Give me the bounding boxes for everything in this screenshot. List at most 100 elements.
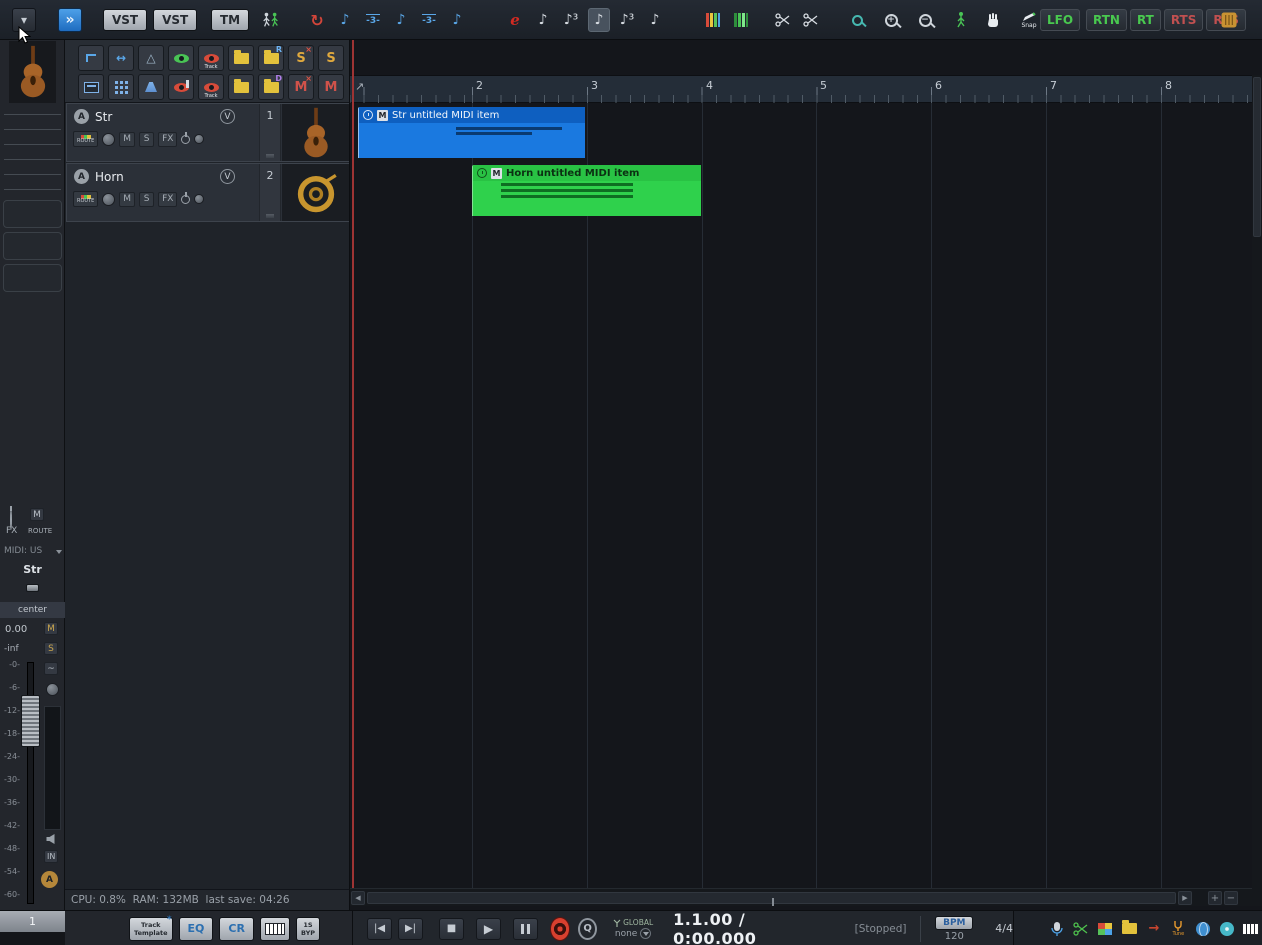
vst-button-2[interactable]: VST bbox=[153, 9, 198, 31]
route-button[interactable]: ROUTE bbox=[73, 131, 99, 147]
cd-icon[interactable] bbox=[1216, 918, 1237, 940]
track-name[interactable]: Horn bbox=[95, 170, 124, 184]
fx-bypass-icon[interactable] bbox=[181, 194, 191, 204]
palette-icon[interactable] bbox=[1095, 918, 1116, 940]
track-row-horn[interactable]: A Horn V ROUTE M S FX 2 bbox=[66, 163, 349, 222]
grid-settings-icon[interactable] bbox=[108, 74, 134, 100]
mute-button[interactable]: M bbox=[119, 131, 136, 147]
pause-button[interactable] bbox=[513, 917, 538, 940]
track-number[interactable]: 1 bbox=[259, 104, 281, 161]
scroll-right-arrow[interactable]: ▶ bbox=[1178, 891, 1192, 905]
media-folder-open-icon[interactable] bbox=[228, 74, 254, 100]
virtual-keyboard-icon[interactable] bbox=[1241, 918, 1262, 940]
instrument-library-icon[interactable] bbox=[1218, 8, 1240, 32]
strip-mute-button[interactable]: M bbox=[44, 622, 58, 635]
envelope-icon[interactable]: e bbox=[504, 8, 526, 32]
rtn-button[interactable]: RTN bbox=[1086, 9, 1127, 31]
pan-knob[interactable] bbox=[102, 132, 116, 146]
horizontal-scrollbar[interactable]: ◀ ▶ + − bbox=[350, 888, 1252, 906]
hand-tool-icon[interactable] bbox=[982, 8, 1004, 32]
scrollbar-thumb[interactable] bbox=[1253, 77, 1261, 237]
media-folder-icon[interactable] bbox=[228, 45, 254, 71]
zoom-out-icon[interactable]: − bbox=[914, 8, 936, 32]
performers-icon[interactable] bbox=[260, 8, 282, 32]
eq-button[interactable]: EQ bbox=[178, 916, 214, 941]
mixer-visibility-icon[interactable] bbox=[168, 74, 194, 100]
fx-bypass-icon[interactable] bbox=[181, 134, 191, 144]
grid-note-icon[interactable]: ♪ bbox=[334, 8, 356, 32]
grid-note-icon[interactable]: ♪ bbox=[446, 8, 468, 32]
mixer-strip-play-icon[interactable] bbox=[730, 8, 752, 32]
stop-button[interactable]: ■ bbox=[439, 917, 464, 940]
vca-chip[interactable]: V bbox=[220, 109, 235, 124]
media-folder-record-icon[interactable]: R bbox=[258, 45, 284, 71]
media-folder-icon[interactable] bbox=[1119, 918, 1140, 940]
time-signature[interactable]: 4/4 bbox=[995, 922, 1013, 935]
midi-item-horn[interactable]: M Horn untitled MIDI item bbox=[472, 165, 701, 216]
pan-slider-cap[interactable] bbox=[26, 584, 39, 592]
scroll-left-arrow[interactable]: ◀ bbox=[351, 891, 365, 905]
play-button[interactable]: ▶ bbox=[476, 917, 501, 940]
time-position-display[interactable]: 1.1.00 / 0:00.000 bbox=[673, 910, 806, 945]
piano-roll-button[interactable] bbox=[259, 916, 290, 941]
midi-item-str[interactable]: M Str untitled MIDI item bbox=[358, 107, 585, 158]
measure-tool-icon[interactable]: △ bbox=[138, 45, 164, 71]
zoom-in-icon[interactable]: + bbox=[880, 8, 902, 32]
insert-marker-icon[interactable] bbox=[78, 45, 104, 71]
bypass-bank-button[interactable]: 1S BYP bbox=[295, 916, 321, 941]
track-name[interactable]: Str bbox=[95, 110, 112, 124]
show-all-tracks-icon[interactable] bbox=[168, 45, 194, 71]
hide-track-icon[interactable]: Track bbox=[198, 45, 224, 71]
arm-chip[interactable]: A bbox=[74, 169, 89, 184]
chevron-down-icon[interactable] bbox=[56, 550, 62, 554]
record-button[interactable] bbox=[550, 916, 571, 941]
fx-button[interactable]: FX bbox=[158, 191, 178, 207]
global-automation-selector[interactable]: GLOBAL none bbox=[613, 918, 653, 939]
unmute-all-icon[interactable]: M × bbox=[288, 74, 314, 100]
loop-toggle-icon[interactable]: ↻ bbox=[306, 8, 328, 32]
globe-icon[interactable] bbox=[1192, 918, 1213, 940]
hzoom-out-button[interactable]: − bbox=[1224, 891, 1238, 905]
volume-fader-thumb[interactable] bbox=[21, 695, 40, 747]
speaker-icon[interactable] bbox=[46, 833, 57, 845]
volume-knob[interactable] bbox=[194, 134, 205, 144]
media-folder-device-icon[interactable]: D bbox=[258, 74, 284, 100]
go-to-end-button[interactable]: ▶| bbox=[398, 917, 423, 940]
grid-triplet-icon[interactable]: -3- bbox=[362, 8, 384, 32]
tempo-control[interactable]: BPM 120 bbox=[935, 915, 974, 942]
trim-button[interactable]: ~ bbox=[44, 662, 58, 675]
track-row-str[interactable]: A Str V ROUTE M S FX 1 bbox=[66, 103, 349, 162]
timeline-ruler[interactable]: ↗ 2 3 4 5 6 7 8 bbox=[350, 75, 1262, 103]
chevron-down-icon[interactable] bbox=[640, 928, 652, 939]
master-fx-label[interactable]: FX bbox=[6, 526, 17, 536]
mixer-strip-icon[interactable] bbox=[702, 8, 724, 32]
solo-button[interactable]: S bbox=[139, 191, 155, 207]
render-queue-button[interactable]: » bbox=[58, 8, 82, 32]
rt-button[interactable]: RT bbox=[1129, 9, 1161, 31]
routing-matrix-icon[interactable] bbox=[138, 74, 164, 100]
track-visibility-icon[interactable]: Track bbox=[198, 74, 224, 100]
route-button[interactable]: ROUTE bbox=[73, 191, 99, 207]
export-arrow-icon[interactable]: → bbox=[1143, 918, 1164, 940]
master-mute-chip[interactable]: M bbox=[30, 508, 44, 521]
note-length-triplet-icon[interactable]: ♪³ bbox=[560, 8, 582, 32]
note-length-icon[interactable]: ♪ bbox=[532, 8, 554, 32]
docker-slot[interactable] bbox=[3, 232, 62, 260]
vst-button-1[interactable]: VST bbox=[103, 9, 148, 31]
hzoom-in-button[interactable]: + bbox=[1208, 891, 1222, 905]
unsolo-all-icon[interactable]: S × bbox=[288, 45, 314, 71]
scrollbar-thumb[interactable] bbox=[367, 892, 1176, 906]
walk-mode-icon[interactable] bbox=[950, 8, 972, 32]
mute-exclusive-icon[interactable]: M bbox=[318, 74, 344, 100]
mute-button[interactable]: M bbox=[119, 191, 136, 207]
track-number[interactable]: 2 bbox=[259, 164, 281, 221]
automation-chip[interactable]: A bbox=[41, 871, 58, 888]
docker-slot[interactable] bbox=[3, 264, 62, 292]
scissors-icon[interactable] bbox=[1070, 918, 1091, 940]
tuner-icon[interactable]: Tune bbox=[1168, 918, 1189, 940]
strip-solo-button[interactable]: S bbox=[44, 642, 58, 655]
solo-exclusive-icon[interactable]: S bbox=[318, 45, 344, 71]
microphone-icon[interactable] bbox=[1046, 918, 1067, 940]
grid-triplet-icon[interactable]: -3- bbox=[418, 8, 440, 32]
arrange-area[interactable]: ↗ 2 3 4 5 6 7 8 M Str untitled MIDI item bbox=[350, 40, 1262, 910]
